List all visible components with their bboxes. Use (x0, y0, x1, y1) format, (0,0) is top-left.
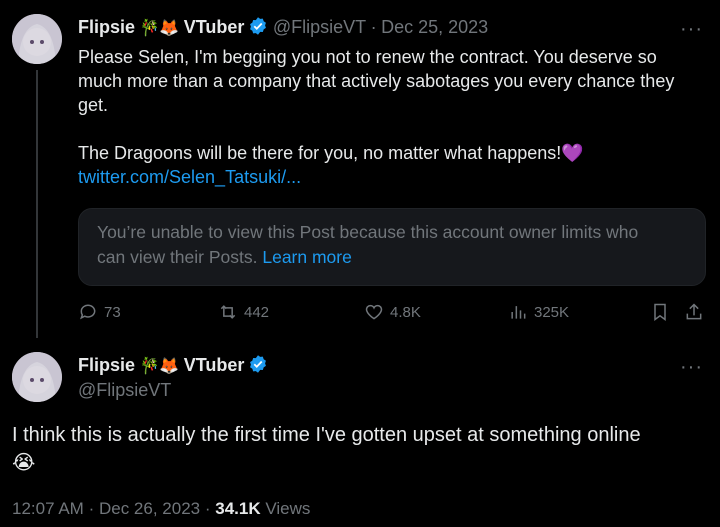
tweet-text: I think this is actually the first time … (12, 424, 641, 446)
display-name-suffix[interactable]: VTuber (184, 355, 245, 375)
tweet-text-line: much more than a company that actively s… (78, 71, 675, 91)
more-options-icon[interactable]: ··· (680, 356, 703, 379)
reply-icon (80, 304, 96, 320)
views-button[interactable]: 325K (508, 302, 569, 322)
purple-heart-emoji: 💜 (561, 143, 584, 163)
analytics-icon (511, 306, 526, 319)
display-name[interactable]: Flipsie (78, 355, 135, 375)
heart-icon (365, 304, 383, 320)
separator-dot: · (88, 499, 95, 518)
thread-line (36, 70, 38, 338)
bamboo-emoji: 🎋 (139, 20, 160, 37)
tweet-text-line: get. (78, 95, 109, 115)
quoted-tweet-text: Please Selen, I'm begging you not to ren… (78, 45, 708, 189)
bamboo-emoji: 🎋 (139, 358, 160, 375)
main-tweet-text: I think this is actually the first time … (12, 421, 712, 477)
restricted-text-line: You’re unable to view this Post because … (97, 222, 639, 242)
handle[interactable]: @FlipsieVT (78, 380, 171, 401)
share-button[interactable] (684, 302, 704, 322)
separator-dot: · (370, 17, 377, 37)
like-count: 4.8K (390, 303, 421, 321)
tweet-metadata: 12:07 AM · Dec 26, 2023 · 34.1K Views (12, 499, 310, 519)
tweet-link[interactable]: twitter.com/Selen_Tatsuki/... (78, 167, 301, 187)
fox-emoji: 🦊 (159, 358, 180, 375)
display-name[interactable]: Flipsie (78, 17, 135, 37)
view-count: 325K (534, 303, 570, 321)
separator-dot: · (204, 499, 211, 518)
learn-more-link[interactable]: Learn more (262, 247, 352, 267)
repost-count: 442 (244, 303, 270, 321)
tweet-date[interactable]: Dec 25, 2023 (381, 17, 488, 37)
repost-button[interactable]: 442 (218, 302, 269, 322)
like-button[interactable]: 4.8K (364, 302, 421, 322)
avatar[interactable] (12, 352, 62, 402)
views-label: Views (265, 499, 311, 518)
reply-count: 73 (104, 303, 121, 321)
tweet-date[interactable]: Dec 26, 2023 (99, 499, 200, 518)
verified-badge-icon[interactable] (248, 16, 268, 41)
tweet-text-line: Please Selen, I'm begging you not to ren… (78, 47, 657, 67)
verified-badge-icon[interactable] (248, 354, 268, 379)
tweet-text-line: The Dragoons will be there for you, no m… (78, 143, 562, 163)
share-icon (686, 303, 702, 320)
quoted-tweet-header: Flipsie 🎋🦊 VTuber @FlipsieVT · Dec 25, 2… (78, 16, 488, 41)
more-options-icon[interactable]: ··· (680, 18, 703, 41)
bookmark-icon (654, 303, 666, 321)
fox-emoji: 🦊 (159, 20, 180, 37)
tweet-time[interactable]: 12:07 AM (12, 499, 84, 518)
main-tweet-header: Flipsie 🎋🦊 VTuber (78, 354, 268, 379)
avatar[interactable] (12, 14, 62, 64)
restricted-post-notice: You’re unable to view this Post because … (78, 208, 706, 286)
display-name-suffix[interactable]: VTuber (184, 17, 245, 37)
bookmark-button[interactable] (650, 302, 670, 322)
restricted-text-line: can view their Posts. (97, 247, 258, 267)
views-count[interactable]: 34.1K (215, 499, 260, 518)
reply-button[interactable]: 73 (78, 302, 121, 322)
handle[interactable]: @FlipsieVT (273, 17, 366, 37)
repost-icon (220, 305, 236, 319)
crying-emoji: 😭 (12, 452, 36, 474)
